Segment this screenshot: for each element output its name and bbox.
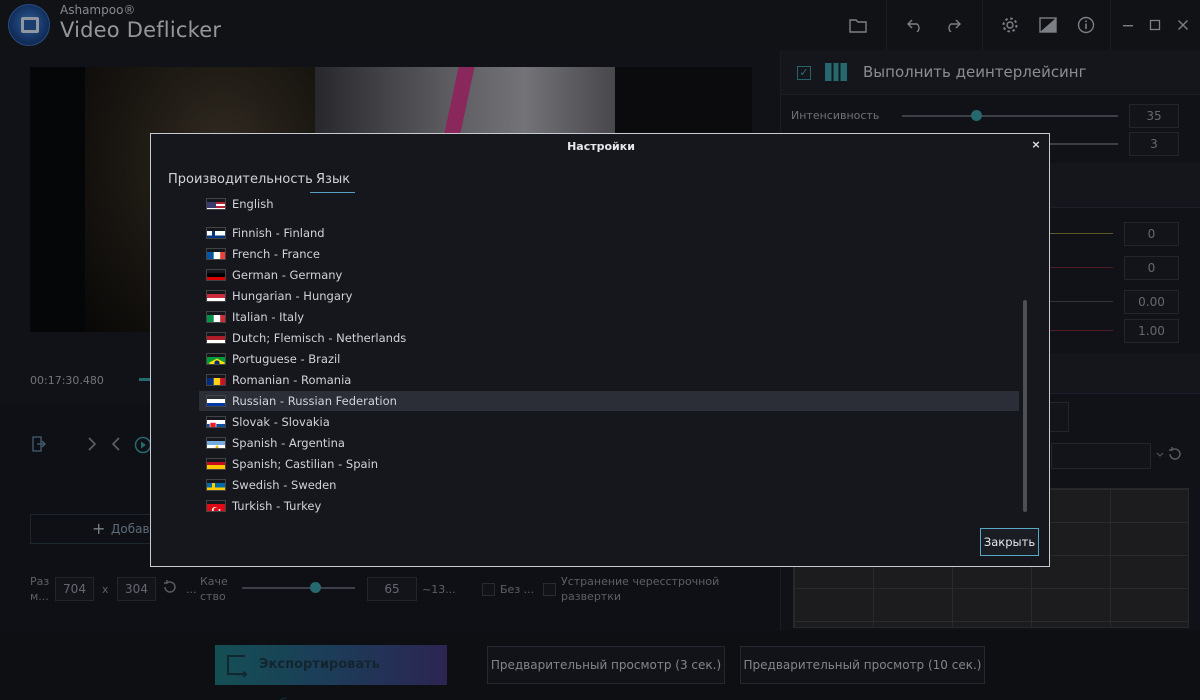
flag-us-icon <box>206 198 226 210</box>
language-item[interactable]: Portuguese - Brazil <box>199 349 1019 369</box>
flag-nl-icon <box>206 332 226 344</box>
flag-sk-icon <box>206 416 226 428</box>
flag-es-icon <box>206 458 226 470</box>
tab-performance[interactable]: Производительность <box>168 172 313 187</box>
flag-fi-icon <box>206 227 226 239</box>
dialog-title: Настройки <box>567 140 635 153</box>
language-label: Romanian - Romania <box>232 373 352 387</box>
language-label: German - Germany <box>232 268 343 282</box>
flag-ru-icon <box>206 395 226 407</box>
flag-br-icon <box>206 353 226 365</box>
language-label: Turkish - Turkey <box>232 499 322 513</box>
language-label: French - France <box>232 247 320 261</box>
language-item[interactable]: Finnish - Finland <box>199 223 1019 243</box>
flag-ar-icon <box>206 437 226 449</box>
language-item[interactable]: Slovak - Slovakia <box>199 412 1019 432</box>
tab-language[interactable]: Язык <box>316 172 350 187</box>
language-label: Italian - Italy <box>232 310 305 324</box>
language-label: Dutch; Flemisch - Netherlands <box>232 331 407 345</box>
language-label: Spanish; Castilian - Spain <box>232 457 379 471</box>
language-label: Slovak - Slovakia <box>232 415 330 429</box>
language-item[interactable]: German - Germany <box>199 265 1019 285</box>
language-item[interactable]: Italian - Italy <box>199 307 1019 327</box>
flag-se-icon <box>206 479 226 491</box>
language-item[interactable]: Swedish - Sweden <box>199 475 1019 495</box>
dialog-close-icon[interactable]: × <box>1029 138 1043 152</box>
language-label: Portuguese - Brazil <box>232 352 341 366</box>
flag-de-icon <box>206 269 226 281</box>
language-item[interactable]: Spanish; Castilian - Spain <box>199 454 1019 474</box>
flag-it-icon <box>206 311 226 323</box>
language-label: English <box>232 198 274 211</box>
language-item[interactable]: English <box>199 198 1019 214</box>
language-label: Russian - Russian Federation <box>232 394 397 408</box>
language-item[interactable]: Hungarian - Hungary <box>199 286 1019 306</box>
language-label: Hungarian - Hungary <box>232 289 353 303</box>
flag-tr-icon <box>206 500 226 512</box>
language-label: Finnish - Finland <box>232 226 325 240</box>
language-item[interactable]: Spanish - Argentina <box>199 433 1019 453</box>
language-list-scrollbar[interactable] <box>1023 300 1027 512</box>
flag-fr-icon <box>206 248 226 260</box>
flag-hu-icon <box>206 290 226 302</box>
close-button[interactable]: Закрыть <box>980 528 1039 556</box>
language-item[interactable]: Romanian - Romania <box>199 370 1019 390</box>
language-label: Swedish - Sweden <box>232 478 337 492</box>
language-item[interactable]: Turkish - Turkey <box>199 496 1019 516</box>
language-item[interactable]: Russian - Russian Federation <box>199 391 1019 411</box>
language-label: Spanish - Argentina <box>232 436 345 450</box>
settings-dialog: Настройки × Производительность Язык Engl… <box>150 133 1050 567</box>
language-list[interactable]: English Finnish - Finland French - France G… <box>199 198 1019 516</box>
language-item[interactable]: Dutch; Flemisch - Netherlands <box>199 328 1019 348</box>
flag-ro-icon <box>206 374 226 386</box>
language-item[interactable]: French - France <box>199 244 1019 264</box>
active-tab-indicator <box>310 192 355 193</box>
